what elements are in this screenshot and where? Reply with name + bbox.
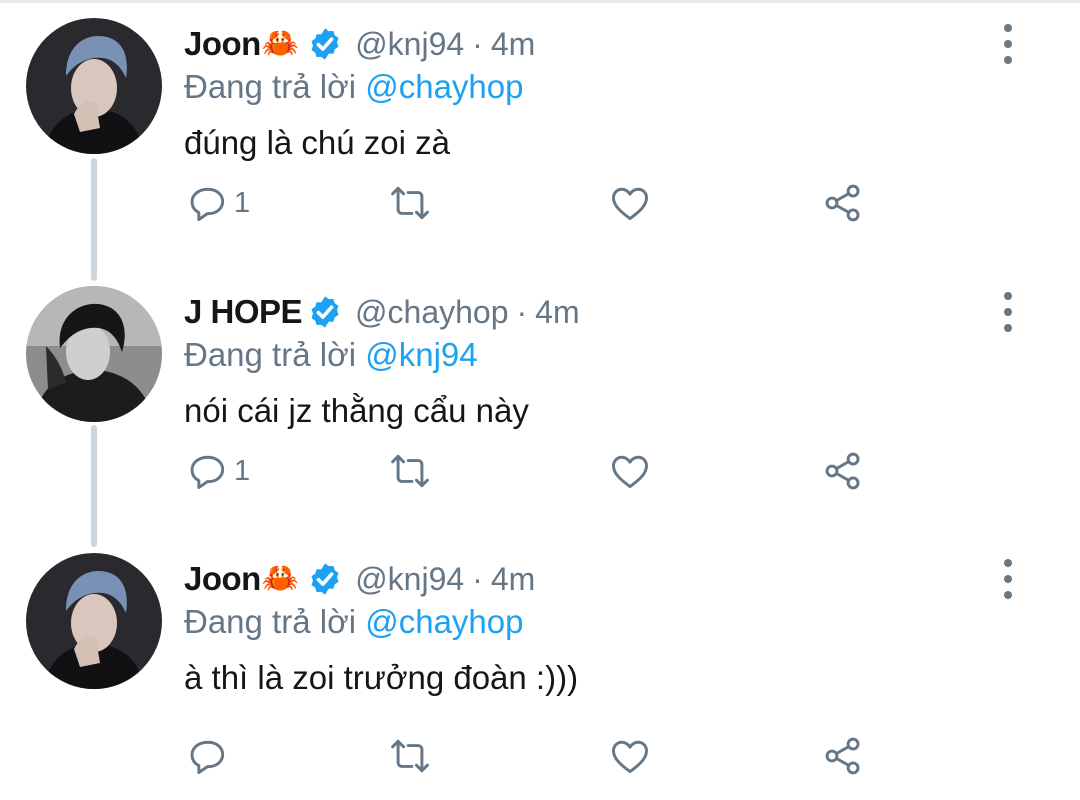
tweet-header: Joon 🦀 @knj94 · 4m xyxy=(184,22,535,66)
display-name[interactable]: Joon xyxy=(184,560,261,598)
share-button[interactable] xyxy=(821,178,865,228)
reply-icon xyxy=(190,740,225,774)
reply-icon xyxy=(190,187,225,221)
more-vertical-icon[interactable] xyxy=(996,24,1020,64)
share-icon xyxy=(825,184,860,222)
replying-to-label: Đang trả lời xyxy=(184,336,357,373)
share-icon xyxy=(825,737,860,775)
more-vertical-icon[interactable] xyxy=(996,559,1020,599)
like-heart-icon xyxy=(612,455,648,489)
replying-to: Đang trả lời @chayhop xyxy=(184,603,523,641)
tweet-header: J HOPE @chayhop · 4m xyxy=(184,290,580,334)
retweet-button[interactable] xyxy=(388,446,432,496)
avatar[interactable] xyxy=(26,18,162,154)
share-button[interactable] xyxy=(821,446,865,496)
retweet-button[interactable] xyxy=(388,731,432,781)
retweet-button[interactable] xyxy=(388,178,432,228)
reply-button[interactable]: 1 xyxy=(186,178,250,228)
timestamp[interactable]: 4m xyxy=(535,294,579,331)
separator-dot: · xyxy=(472,560,483,597)
replying-to: Đang trả lời @knj94 xyxy=(184,336,478,374)
tweet[interactable]: Joon 🦀 @knj94 · 4m Đang trả lời @chayhop… xyxy=(0,0,1080,265)
verified-badge-icon xyxy=(311,296,339,328)
tweet-header: Joon 🦀 @knj94 · 4m xyxy=(184,557,535,601)
tweet[interactable]: Joon 🦀 @knj94 · 4m Đang trả lời @chayhop… xyxy=(0,535,1080,800)
reply-button[interactable] xyxy=(186,731,234,781)
like-button[interactable] xyxy=(608,178,652,228)
tweet-text: đúng là chú zoi zà xyxy=(184,124,451,161)
user-handle[interactable]: @chayhop xyxy=(355,294,508,331)
reply-icon xyxy=(190,455,225,489)
mention-link[interactable]: @chayhop xyxy=(365,603,523,640)
retweet-icon xyxy=(391,739,429,773)
tweet-text: à thì là zoi trưởng đoàn :))) xyxy=(184,659,579,696)
share-icon xyxy=(825,452,860,490)
like-heart-icon xyxy=(612,740,648,774)
retweet-icon xyxy=(391,454,429,488)
replying-to-label: Đang trả lời xyxy=(184,68,357,105)
like-heart-icon xyxy=(612,187,648,221)
avatar[interactable] xyxy=(26,553,162,689)
separator-dot: · xyxy=(472,25,483,62)
verified-badge-icon xyxy=(311,28,339,60)
replying-to-label: Đang trả lời xyxy=(184,603,357,640)
crab-emoji-icon: 🦀 xyxy=(261,27,300,60)
share-button[interactable] xyxy=(821,731,865,781)
user-handle[interactable]: @knj94 xyxy=(355,26,464,63)
verified-badge-icon xyxy=(311,563,339,595)
separator-dot: · xyxy=(516,293,528,330)
user-handle[interactable]: @knj94 xyxy=(355,561,464,598)
reply-button[interactable]: 1 xyxy=(186,446,250,496)
tweet[interactable]: J HOPE @chayhop · 4m Đang trả lời @knj94… xyxy=(0,268,1080,533)
tweet-text: nói cái jz thằng cẩu này xyxy=(184,392,529,429)
replying-to: Đang trả lời @chayhop xyxy=(184,68,523,106)
reply-count: 1 xyxy=(234,454,251,487)
action-bar xyxy=(180,731,900,781)
mention-link[interactable]: @knj94 xyxy=(365,336,477,373)
mention-link[interactable]: @chayhop xyxy=(365,68,523,105)
like-button[interactable] xyxy=(608,731,652,781)
more-vertical-icon[interactable] xyxy=(996,292,1020,332)
timestamp[interactable]: 4m xyxy=(491,26,535,63)
crab-emoji-icon: 🦀 xyxy=(261,562,300,595)
display-name[interactable]: J HOPE xyxy=(184,293,303,331)
reply-count: 1 xyxy=(234,186,251,219)
action-bar: 1 xyxy=(180,178,900,228)
like-button[interactable] xyxy=(608,446,652,496)
action-bar: 1 xyxy=(180,446,900,496)
timestamp[interactable]: 4m xyxy=(491,561,535,598)
retweet-icon xyxy=(391,186,429,220)
display-name[interactable]: Joon xyxy=(184,25,261,63)
avatar[interactable] xyxy=(26,286,162,422)
